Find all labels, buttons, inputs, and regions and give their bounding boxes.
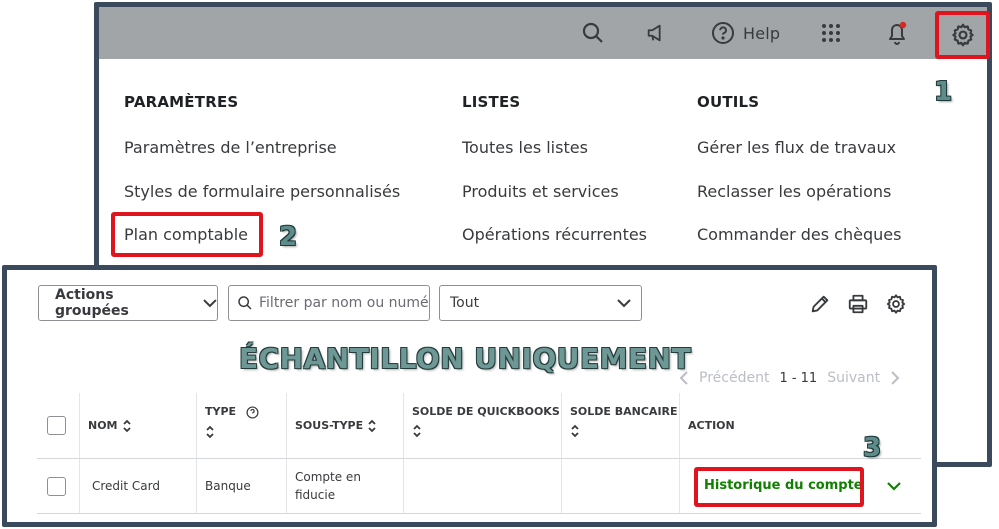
- highlight-account-history: [694, 467, 864, 507]
- search-icon[interactable]: [581, 19, 605, 47]
- help-icon: [712, 22, 734, 44]
- type-filter-select[interactable]: Tout: [439, 285, 642, 321]
- sort-icon: [206, 425, 214, 438]
- header-nom-label: NOM: [88, 419, 118, 432]
- header-solde-quickbooks[interactable]: SOLDE DE QUICKBOOKS: [403, 393, 561, 458]
- header-checkbox-cell: [37, 393, 79, 458]
- search-icon: [238, 296, 252, 310]
- bulk-actions-label: Actions groupées: [55, 287, 129, 319]
- step-marker-1: 1: [934, 77, 953, 107]
- chevron-down-icon: [203, 299, 217, 308]
- step-marker-2: 2: [279, 222, 298, 252]
- chevron-down-icon: [617, 299, 631, 308]
- sort-icon: [122, 419, 131, 432]
- sort-icon: [413, 424, 421, 438]
- info-help-icon[interactable]: [246, 405, 259, 419]
- menu-item-parametres-entreprise[interactable]: Paramètres de l’entreprise: [124, 138, 400, 182]
- cell-solde-bancaire: [561, 459, 679, 513]
- apps-grid-icon[interactable]: [821, 19, 841, 47]
- bell-icon[interactable]: [885, 19, 909, 47]
- printer-icon[interactable]: [847, 293, 869, 315]
- cell-solde-quickbooks: [403, 459, 561, 513]
- table-header: NOM TYPE SOUS-TYPE SOLDE DE QUICKBOOKS S…: [37, 393, 921, 459]
- header-nom[interactable]: NOM: [79, 393, 196, 458]
- pager-range: 1 - 11: [779, 370, 818, 386]
- chart-of-accounts-panel: Actions groupées Tout ÉCHANTILLON UNIQUE…: [2, 265, 937, 527]
- menu-column-listes: LISTES Toutes les listes Produits et ser…: [462, 93, 647, 269]
- pager-prev[interactable]: Précédent: [699, 370, 769, 386]
- header-solde-bancaire[interactable]: SOLDE BANCAIRE: [561, 393, 679, 458]
- menu-item-flux-travaux[interactable]: Gérer les flux de travaux: [697, 138, 901, 182]
- filter-field[interactable]: [228, 285, 430, 321]
- menu-item-commander-cheques[interactable]: Commander des chèques: [697, 225, 901, 269]
- menu-heading: LISTES: [462, 93, 521, 111]
- filter-input[interactable]: [259, 295, 429, 311]
- header-solde-quickbooks-label: SOLDE DE QUICKBOOKS: [412, 405, 560, 418]
- chevron-left-icon: [679, 371, 688, 385]
- settings-gear-button[interactable]: [935, 11, 990, 59]
- header-action: ACTION: [679, 393, 921, 458]
- row-checkbox[interactable]: [47, 476, 66, 496]
- header-solde-bancaire-label: SOLDE BANCAIRE: [570, 405, 678, 418]
- bulk-actions-button[interactable]: Actions groupées: [38, 285, 218, 321]
- gear-icon: [951, 23, 974, 47]
- menu-heading: OUTILS: [697, 93, 760, 111]
- chevron-right-icon: [891, 371, 900, 385]
- cell-nom: Credit Card: [79, 459, 196, 513]
- menu-heading: PARAMÈTRES: [124, 93, 239, 111]
- header-action-label: ACTION: [688, 419, 735, 432]
- pencil-icon[interactable]: [809, 293, 831, 315]
- header-sous-type[interactable]: SOUS-TYPE: [286, 393, 403, 458]
- pagination: Précédent 1 - 11 Suivant: [679, 370, 900, 386]
- menu-column-outils: OUTILS Gérer les flux de travaux Reclass…: [697, 93, 901, 269]
- cell-sous-type: Compte en fiducie: [286, 459, 403, 513]
- step-marker-3: 3: [863, 433, 882, 463]
- header-type[interactable]: TYPE: [196, 393, 286, 458]
- pager-next[interactable]: Suivant: [827, 370, 880, 386]
- sort-icon: [368, 419, 376, 432]
- sample-watermark: ÉCHANTILLON UNIQUEMENT: [239, 342, 692, 375]
- gear-icon[interactable]: [885, 293, 907, 315]
- header-sous-type-label: SOUS-TYPE: [295, 419, 364, 432]
- help-button[interactable]: Help: [711, 19, 780, 47]
- menu-item-toutes-listes[interactable]: Toutes les listes: [462, 138, 647, 182]
- menu-item-reclasser-operations[interactable]: Reclasser les opérations: [697, 182, 901, 226]
- sort-icon: [571, 424, 579, 438]
- type-select-value: Tout: [450, 295, 480, 311]
- megaphone-icon[interactable]: [645, 19, 667, 47]
- row-checkbox-cell: [37, 459, 79, 513]
- help-label: Help: [743, 23, 781, 43]
- menu-item-produits-services[interactable]: Produits et services: [462, 182, 647, 226]
- highlight-plan-comptable: [111, 212, 263, 257]
- header-type-label: TYPE: [205, 405, 237, 418]
- menu-item-operations-recurrentes[interactable]: Opérations récurrentes: [462, 225, 647, 269]
- chevron-down-icon[interactable]: [887, 481, 901, 491]
- cell-type: Banque: [196, 459, 286, 513]
- select-all-checkbox[interactable]: [47, 416, 66, 435]
- top-bar: Help: [99, 7, 990, 59]
